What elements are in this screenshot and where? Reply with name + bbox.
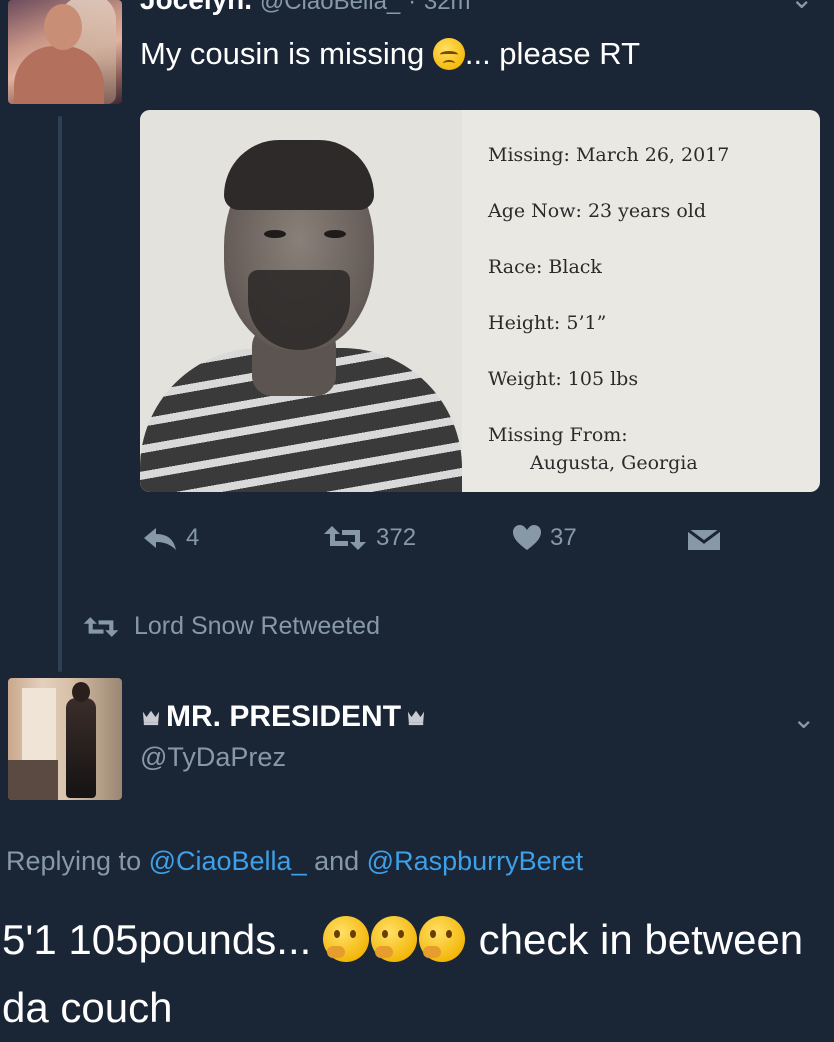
value: 23 years old [587,200,707,222]
tweet-header: Jocelyn. @CiaoBella_ · 32m [140,0,471,16]
missing-date-row: Missing: March 26, 2017 [488,146,729,165]
timestamp[interactable]: 32m [424,0,471,15]
replying-to: Replying to @CiaoBella_ and @RaspburryBe… [6,846,583,877]
chevron-down-icon[interactable]: ⌄ [792,702,815,735]
replying-prefix: Replying to [6,846,149,876]
handle[interactable]: @CiaoBella_ [260,0,400,15]
thinking-face-icon [322,916,369,962]
display-name[interactable]: MR. PRESIDENT [140,700,427,734]
tweet-image[interactable]: Missing: March 26, 2017 Age Now: 23 year… [140,110,820,492]
thinking-face-icon [418,916,465,962]
handle[interactable]: @TyDaPrez [140,742,286,773]
display-name[interactable]: Jocelyn. [140,0,252,15]
avatar[interactable] [8,0,122,104]
thread-line [58,116,62,672]
reply-button[interactable]: 4 [142,524,199,552]
retweet-button[interactable]: 372 [322,524,416,552]
height-row: Height: 5’1” [488,314,606,333]
disappointed-face-icon [432,38,465,70]
missing-from-value: Augusta, Georgia [530,452,698,474]
mention-link[interactable]: @RaspburryBeret [367,846,584,876]
replying-and: and [306,846,367,876]
label: Race: [488,256,543,278]
tweet-text: My cousin is missing ... please RT [140,36,640,72]
chevron-down-icon[interactable]: ⌄ [790,0,813,15]
retweet-count: 372 [376,524,417,551]
label: Missing: [488,144,570,166]
missing-from-label: Missing From: [488,424,628,446]
separator: · [408,0,417,15]
tweet-text-part: 5'1 105pounds... [2,916,323,963]
label: Age Now: [488,200,582,222]
value: 105 lbs [567,368,639,390]
tweet-text-part: ... please RT [464,36,641,71]
crown-icon [407,710,425,726]
missing-person-photo [140,110,462,492]
envelope-icon [687,528,721,550]
reply-icon [144,528,176,550]
race-row: Race: Black [488,258,602,277]
thinking-face-icon [370,916,417,962]
retweeted-by[interactable]: Lord Snow Retweeted [82,612,380,641]
tweet-text-part: My cousin is missing [140,36,433,71]
value: Black [548,256,602,278]
age-row: Age Now: 23 years old [488,202,706,221]
weight-row: Weight: 105 lbs [488,370,638,389]
crown-icon [142,710,160,726]
retweet-icon [83,616,119,637]
avatar[interactable] [8,678,122,800]
label: Height: [488,312,561,334]
like-count: 37 [550,524,577,551]
value: March 26, 2017 [575,144,730,166]
label: Weight: [488,368,562,390]
retweet-icon [324,526,366,550]
reply-count: 4 [186,524,200,551]
retweeted-by-label: Lord Snow Retweeted [134,612,380,640]
like-button[interactable]: 37 [512,524,577,552]
value: 5’1” [566,312,607,334]
display-name-text: MR. PRESIDENT [166,700,402,733]
heart-icon [513,525,541,550]
tweet-text: 5'1 105pounds... check in between da cou… [2,906,832,1042]
direct-message-button[interactable] [686,526,722,554]
mention-link[interactable]: @CiaoBella_ [149,846,307,876]
